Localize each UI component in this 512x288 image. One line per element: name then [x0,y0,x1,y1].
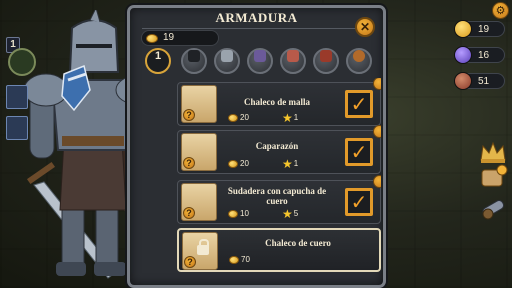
tab-skull-mask[interactable] [280,48,306,74]
gem-counter: 16 [454,46,505,64]
panel-title: ARMADURA [215,10,298,25]
item-stars: ★5 [282,207,298,221]
skill-slot-2[interactable] [6,116,28,140]
tab-red-hood[interactable] [313,48,339,74]
coin-value: 19 [163,32,175,43]
helmet-icon [221,50,233,63]
bag-badge-icon [373,78,381,90]
potion-icon [454,72,472,90]
tab-round-shield[interactable] [346,48,372,74]
tab-level-label: 1 [154,50,162,62]
item-price: 20 [228,113,249,122]
tab-shield-dark[interactable] [181,48,207,74]
lock-icon [197,239,209,255]
close-button[interactable]: ✕ [355,17,375,37]
red-hood-icon [320,50,332,63]
tab-level[interactable]: 1 [145,48,171,74]
armor-list: ? Chaleco de malla 20 ★1 ✓ ? Caparazón 2… [177,78,381,288]
map-scroll-icon[interactable] [478,162,508,190]
item-price: 20 [228,159,249,168]
item-stars: ★1 [282,157,298,171]
price-value: 70 [241,255,250,264]
list-item[interactable]: ? Chaleco de malla 20 ★1 ✓ [177,78,381,126]
star-icon: ★ [282,157,293,171]
mail-vest-icon: ? [181,85,217,123]
price-value: 20 [240,113,249,122]
category-tabs: 1 [145,48,375,78]
help-icon[interactable]: ? [183,157,195,169]
list-item[interactable]: ? Caparazón 20 ★1 ✓ [177,125,381,174]
star-icon: ★ [282,111,293,125]
item-price: 70 [229,255,250,264]
list-item-locked[interactable]: ? Chaleco de cuero 70 [177,228,381,272]
coin-icon [228,209,238,218]
help-icon[interactable]: ? [183,207,195,219]
carapace-icon: ? [181,133,217,171]
item-price: 10 [228,209,249,218]
locked-item-thumb: ? [182,232,218,270]
coin-icon [228,113,238,122]
potion-value: 51 [478,76,490,87]
gem-value: 16 [478,50,490,61]
price-value: 20 [240,159,249,168]
coin-icon [229,255,239,264]
cannon-icon[interactable] [478,194,508,222]
star-icon: ★ [282,207,293,221]
item-name: Caparazón [255,141,299,151]
equip-checkbox[interactable]: ✓ [345,188,373,216]
leather-hoodie-icon: ? [181,183,217,221]
title-divider [142,28,371,29]
bag-badge-icon [373,175,381,188]
tab-gauntlet[interactable] [247,48,273,74]
round-shield-icon [353,50,365,63]
hero-avatar[interactable] [8,48,36,76]
shield-dark-icon [188,50,200,63]
help-icon[interactable]: ? [184,256,196,268]
skull-mask-icon [287,50,299,63]
equip-checkbox[interactable]: ✓ [345,90,373,118]
stars-value: 1 [293,113,299,123]
item-name: Chaleco de malla [244,97,310,107]
stars-value: 1 [293,159,299,169]
item-stars: ★1 [282,111,298,125]
tab-helmet[interactable] [214,48,240,74]
coin-counter: 19 [141,30,219,46]
armor-panel: ARMADURA ✕ 19 1 ? Chaleco de malla 20 ★1… [127,5,386,288]
gold-icon [454,20,472,38]
potion-counter: 51 [454,72,505,90]
gem-icon [454,46,472,64]
list-item[interactable]: ? Sudadera con capucha de cuero 10 ★5 ✓ [177,175,381,224]
help-icon[interactable]: ? [183,109,195,121]
settings-gear-icon[interactable]: ⚙ [492,2,509,19]
price-value: 10 [240,209,249,218]
stars-value: 5 [293,209,299,219]
gauntlet-icon [254,50,266,63]
bag-badge-icon [373,125,381,138]
coin-icon [146,34,158,43]
equip-checkbox[interactable]: ✓ [345,138,373,166]
gold-value: 19 [478,24,490,35]
item-name: Sudadera con capucha de cuero [227,186,327,206]
skill-slot-1[interactable] [6,85,28,109]
gold-counter: 19 [454,20,505,38]
item-name: Chaleco de cuero [265,238,331,248]
coin-icon [228,159,238,168]
